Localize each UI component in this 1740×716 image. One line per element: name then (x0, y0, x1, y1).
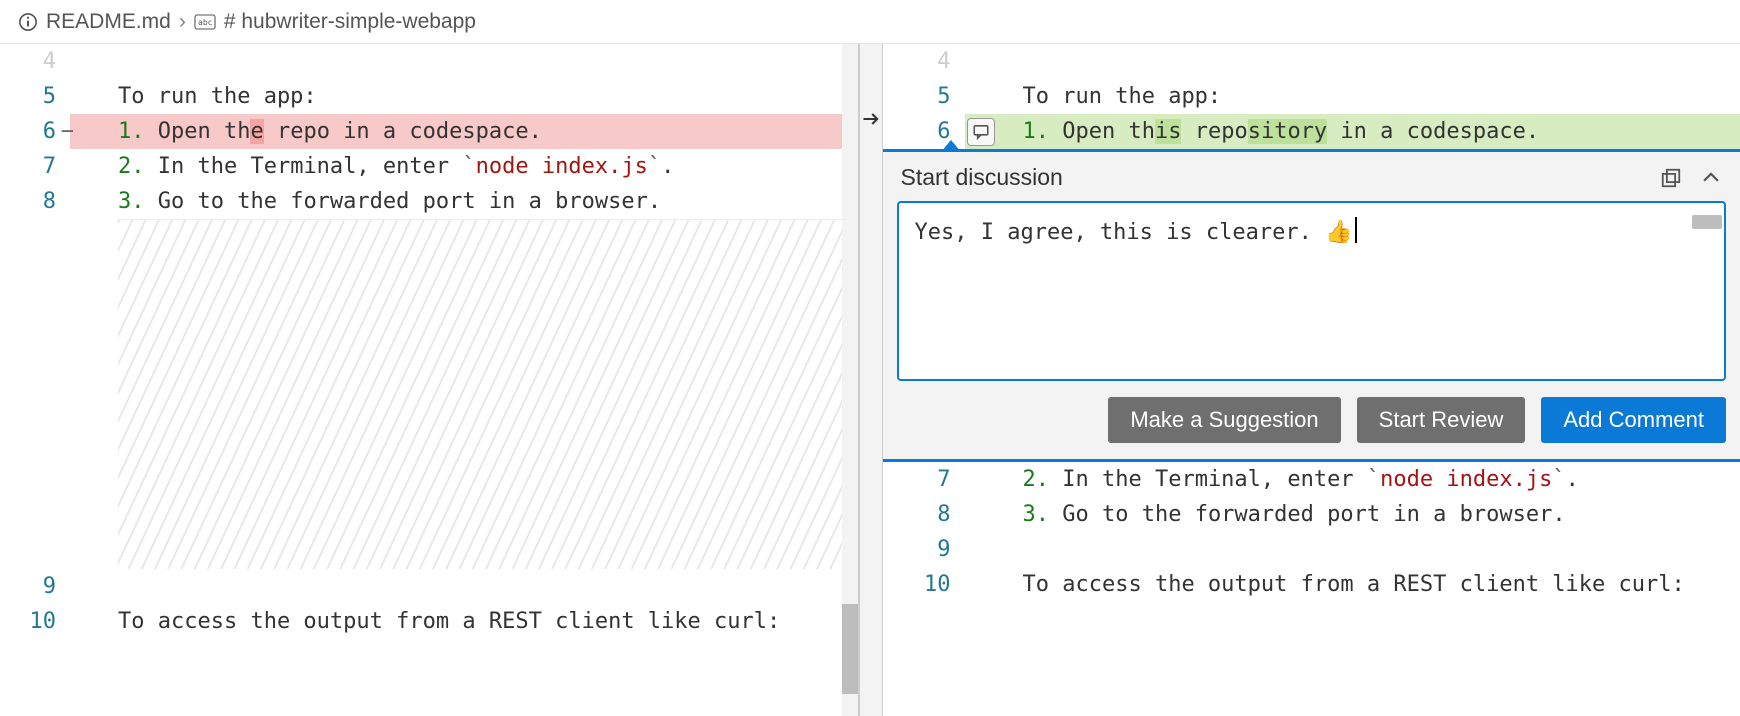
textarea-scroll-thumb[interactable] (1692, 215, 1722, 229)
line-number: 9 (883, 532, 965, 567)
add-comment-button[interactable]: Add Comment (1541, 397, 1726, 443)
line-number: 7 (0, 149, 70, 184)
code-line[interactable]: 2. In the Terminal, enter `node index.js… (70, 149, 858, 184)
line-number: 10 (883, 567, 965, 602)
line-number: 7 (883, 462, 965, 497)
arrow-right-icon (861, 109, 881, 129)
code-line[interactable]: 3. Go to the forwarded port in a browser… (965, 497, 1740, 532)
comment-input[interactable]: Yes, I agree, this is clearer. 👍 (897, 201, 1727, 381)
breadcrumb-section[interactable]: # hubwriter-simple-webapp (224, 10, 476, 34)
text-cursor (1355, 217, 1357, 243)
line-number: 8 (883, 497, 965, 532)
code-line[interactable]: 3. Go to the forwarded port in a browser… (70, 184, 858, 219)
line-number: 6− (0, 114, 70, 149)
code-line-added[interactable]: 1. Open this repository in a codespace. (965, 114, 1740, 149)
scrollbar-vertical[interactable] (842, 44, 858, 716)
breadcrumb: README.md › abc # hubwriter-simple-webap… (0, 0, 1740, 44)
diff-sash[interactable] (859, 44, 883, 716)
start-review-button[interactable]: Start Review (1357, 397, 1526, 443)
scrollbar-thumb[interactable] (842, 604, 858, 694)
line-number: 5 (883, 79, 965, 114)
breadcrumb-sep: › (179, 10, 186, 34)
diff-modified-pane[interactable]: 45To run the app:61. Open this repositor… (883, 44, 1740, 716)
comment-icon[interactable] (967, 118, 995, 146)
diff-original-pane[interactable]: 45To run the app:6−1. Open the repo in a… (0, 44, 859, 716)
removed-marker-icon: − (61, 114, 74, 149)
code-line[interactable]: To run the app: (70, 79, 858, 114)
chevron-up-icon[interactable] (1700, 167, 1722, 189)
line-number: 5 (0, 79, 70, 114)
symbol-string-icon: abc (194, 14, 216, 30)
line-number: 8 (0, 184, 70, 219)
line-number: 9 (0, 569, 70, 604)
code-line[interactable]: To run the app: (965, 79, 1740, 114)
code-line[interactable]: To access the output from a REST client … (70, 604, 858, 639)
svg-text:abc: abc (198, 18, 213, 27)
discussion-buttons: Make a Suggestion Start Review Add Comme… (897, 397, 1727, 443)
comment-text: Yes, I agree, this is clearer. 👍 (915, 220, 1353, 245)
make-suggestion-button[interactable]: Make a Suggestion (1108, 397, 1340, 443)
breadcrumb-file[interactable]: README.md (46, 10, 171, 34)
expand-all-icon[interactable] (1660, 167, 1682, 189)
code-line-removed[interactable]: 1. Open the repo in a codespace. (70, 114, 858, 149)
diff-placeholder-region (118, 219, 858, 569)
code-line[interactable]: To access the output from a REST client … (965, 567, 1740, 602)
line-number: 10 (0, 604, 70, 639)
line-number: 4 (0, 44, 70, 79)
line-number: 4 (883, 44, 965, 79)
info-icon (18, 12, 38, 32)
discussion-panel: Start discussion Yes, I agree, this is c… (883, 149, 1740, 462)
code-line[interactable]: 2. In the Terminal, enter `node index.js… (965, 462, 1740, 497)
discussion-title: Start discussion (901, 164, 1063, 191)
